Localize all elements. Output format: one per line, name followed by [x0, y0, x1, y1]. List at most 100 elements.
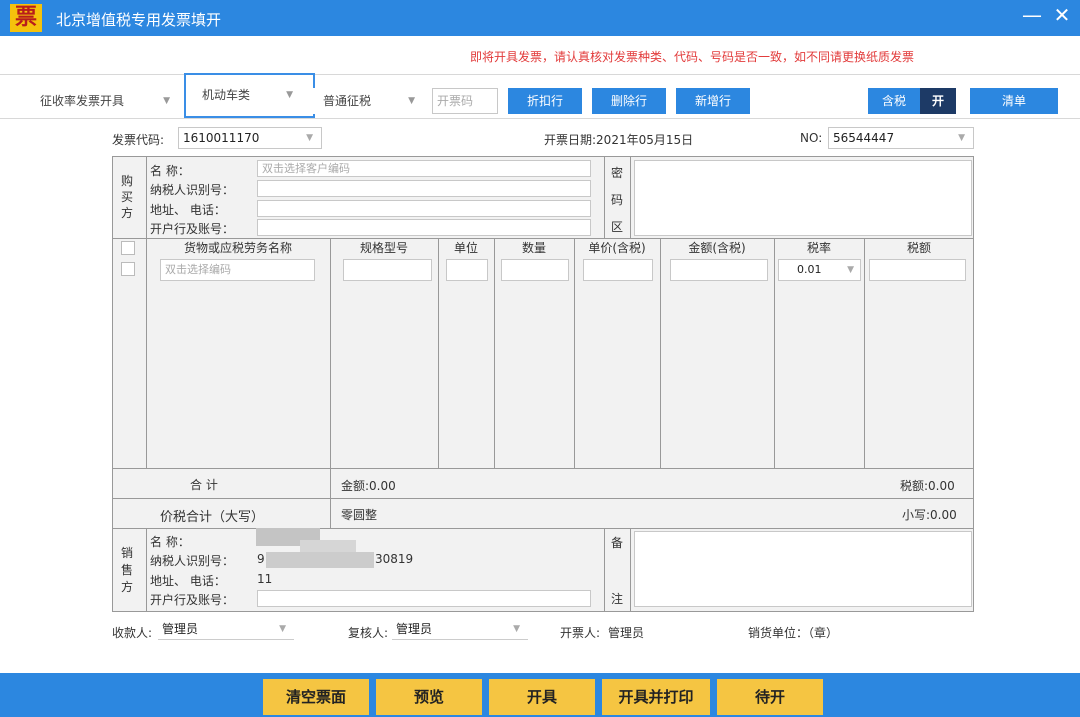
buyer-address-input[interactable]	[257, 200, 591, 217]
clear-form-button[interactable]: 清空票面	[263, 679, 369, 715]
seller-section-label-1: 销	[121, 546, 134, 560]
chevron-down-icon: ▼	[279, 624, 286, 634]
invoice-code-select[interactable]: 1610011170 ▼	[178, 127, 322, 149]
tax-included-label: 含税	[868, 88, 920, 114]
buyer-name-label: 名 称：	[150, 164, 190, 178]
buyer-address-label: 地址、 电话：	[150, 203, 226, 217]
select-all-checkbox[interactable]	[121, 241, 135, 255]
tax-type-select[interactable]: 普通征税 ▼	[313, 88, 423, 114]
goods-name-input[interactable]: 双击选择编码	[160, 259, 315, 281]
invoice-type-select[interactable]: 征收率发票开具 ▼	[30, 88, 178, 114]
cipher-area	[634, 160, 972, 236]
sum-lower-value: 小写:0.00	[902, 508, 957, 522]
chevron-down-icon: ▼	[286, 90, 293, 100]
seller-taxid-tail: 30819	[375, 552, 414, 566]
divider	[112, 498, 974, 499]
invoice-code-input[interactable]: 开票码	[432, 88, 498, 114]
reviewer-label: 复核人:	[348, 626, 389, 640]
issue-button[interactable]: 开具	[489, 679, 595, 715]
quantity-input[interactable]	[501, 259, 569, 281]
divider	[146, 528, 147, 612]
seller-section-label-2: 售	[121, 563, 134, 577]
minimize-button[interactable]: —	[1020, 3, 1044, 27]
invoice-no-select[interactable]: 56544447 ▼	[828, 127, 974, 149]
invoice-no-label: NO:	[800, 131, 823, 145]
sum-upper-value: 零圆整	[341, 508, 378, 522]
reviewer-value: 管理员	[396, 622, 433, 636]
preview-button[interactable]: 预览	[376, 679, 482, 715]
tax-amount-input[interactable]	[869, 259, 966, 281]
unit-price-input[interactable]	[583, 259, 653, 281]
col-unit-price: 单价(含税)	[588, 241, 646, 255]
divider	[146, 156, 147, 468]
delete-row-button[interactable]: 删除行	[592, 88, 666, 114]
buyer-taxid-input[interactable]	[257, 180, 591, 197]
buyer-name-input[interactable]: 双击选择客户编码	[257, 160, 591, 177]
divider	[330, 238, 331, 528]
chevron-down-icon: ▼	[958, 133, 965, 143]
buyer-bank-input[interactable]	[257, 219, 591, 236]
chevron-down-icon: ▼	[408, 96, 415, 106]
seller-address-value: 11	[257, 572, 273, 586]
seller-taxid-label: 纳税人识别号：	[150, 554, 235, 568]
amount-input[interactable]	[670, 259, 768, 281]
divider	[112, 468, 974, 469]
invoice-code-value: 1610011170	[183, 131, 260, 145]
chevron-down-icon: ▼	[163, 96, 170, 106]
reviewer-select[interactable]: 管理员 ▼	[392, 620, 528, 640]
cipher-label-2: 码	[611, 193, 624, 207]
col-goods-name: 货物或应税劳务名称	[183, 241, 292, 255]
remark-label-1: 备	[611, 536, 624, 550]
close-button[interactable]: ✕	[1050, 3, 1074, 27]
chevron-down-icon: ▼	[306, 133, 313, 143]
divider	[630, 528, 631, 612]
col-quantity: 数量	[521, 241, 546, 255]
remark-label-2: 注	[611, 592, 624, 606]
row-checkbox[interactable]	[121, 262, 135, 276]
cipher-label-3: 区	[611, 220, 624, 234]
vehicle-type-value: 机动车类	[202, 88, 251, 102]
seller-bank-input[interactable]	[257, 590, 591, 607]
tax-included-toggle[interactable]: 开	[920, 88, 956, 114]
divider	[630, 156, 631, 238]
col-tax-rate: 税率	[806, 241, 831, 255]
list-button[interactable]: 清单	[970, 88, 1058, 114]
payee-select[interactable]: 管理员 ▼	[158, 620, 294, 640]
divider	[604, 528, 605, 612]
divider	[112, 528, 974, 529]
spec-input[interactable]	[343, 259, 432, 281]
buyer-section-label-1: 购	[121, 174, 134, 188]
discount-row-button[interactable]: 折扣行	[508, 88, 582, 114]
vehicle-type-select[interactable]: 机动车类 ▼	[184, 73, 315, 118]
toolbar-bottom-divider	[0, 118, 1080, 119]
issuer-value: 管理员	[608, 626, 645, 640]
issuer-label: 开票人:	[560, 626, 601, 640]
unit-input[interactable]	[446, 259, 488, 281]
col-spec: 规格型号	[359, 241, 408, 255]
col-tax-amount: 税额	[906, 241, 931, 255]
seller-taxid-value: 9	[257, 552, 265, 566]
paper-check-notice: 即将开具发票，请认真核对发票种类、代码、号码是否一致，如不同请更换纸质发票	[470, 50, 915, 64]
issue-date: 开票日期:2021年05月15日	[544, 133, 694, 147]
seller-unit-stamp: 销货单位：（章）	[748, 626, 839, 640]
add-row-button[interactable]: 新增行	[676, 88, 750, 114]
toolbar-top-divider	[0, 74, 1080, 75]
title-bar: 票 北京增值税专用发票填开 — ✕	[0, 0, 1080, 36]
buyer-bank-label: 开户行及账号：	[150, 222, 235, 236]
invoice-logo-icon: 票	[10, 4, 42, 32]
payee-label: 收款人:	[112, 626, 153, 640]
tax-rate-select[interactable]: 0.01 ▼	[778, 259, 861, 281]
invoice-type-value: 征收率发票开具	[40, 94, 125, 108]
buyer-taxid-label: 纳税人识别号：	[150, 183, 235, 197]
col-amount: 金额(含税)	[688, 241, 746, 255]
pending-button[interactable]: 待开	[717, 679, 823, 715]
seller-bank-label: 开户行及账号：	[150, 593, 235, 607]
buyer-section-label-3: 方	[121, 206, 134, 220]
chevron-down-icon: ▼	[847, 265, 854, 275]
buyer-section-label-2: 买	[121, 190, 134, 204]
remark-input[interactable]	[634, 531, 972, 607]
issue-and-print-button[interactable]: 开具并打印	[602, 679, 710, 715]
invoice-no-value: 56544447	[833, 131, 895, 145]
total-amount: 金额:0.00	[341, 479, 396, 493]
divider	[864, 238, 865, 468]
